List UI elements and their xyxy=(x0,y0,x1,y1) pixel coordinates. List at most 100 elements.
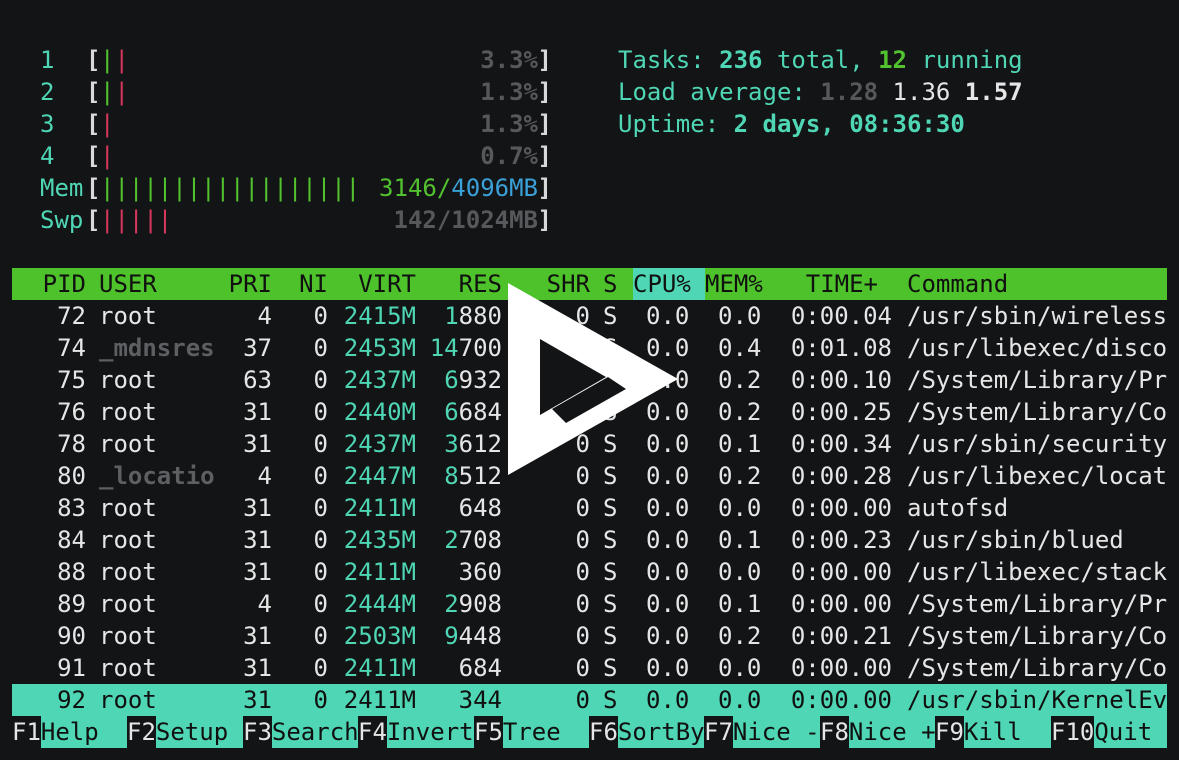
cell-pid: 84 xyxy=(57,526,86,554)
cell-pid: 75 xyxy=(57,366,86,394)
fkey-label-f10[interactable]: Quit xyxy=(1094,716,1167,748)
table-row-selected[interactable]: 92 root 31 0 2411M 0 S 0.0 0.0 0:00.00/usr/sbin/K… xyxy=(12,684,1167,716)
fkey-f3[interactable]: F3 xyxy=(243,716,272,748)
meters-panel: 1[|| 3.3%] 2[|| 1.3%] 3[| 1.3%] 4[| 0.7%] Mem[||… xyxy=(12,44,552,236)
col-time[interactable]: TIME+ xyxy=(782,268,878,300)
table-row[interactable]: 84 root 31 0 2435M 0 S 0.0 0.1 0:00.23/usr/sbin/b… xyxy=(12,524,1167,556)
meter-bars: || xyxy=(100,78,129,106)
summary-panel: Tasks: 236 total, 12 running Load averag… xyxy=(618,44,1023,140)
cell-pid: 91 xyxy=(57,654,86,682)
cell-command: /System/Library/Co xyxy=(907,654,1168,682)
meter-label: 3 xyxy=(40,110,55,138)
uptime-value: 2 days, 08:36:30 xyxy=(733,110,965,138)
fkey-f9[interactable]: F9 xyxy=(935,716,964,748)
cell-pid: 92 xyxy=(57,686,86,714)
cell-command: /System/Library/Co xyxy=(907,622,1168,650)
cell-command: /usr/sbin/wireless xyxy=(907,302,1168,330)
fkey-f1[interactable]: F1 xyxy=(12,716,41,748)
cell-ni: 0 xyxy=(313,334,328,362)
cell-pri: 31 xyxy=(243,526,272,554)
cell-virt: 2435M xyxy=(343,526,416,554)
cell-user: root xyxy=(99,622,157,650)
col-virt[interactable]: VIRT xyxy=(342,268,416,300)
meter-value: 0.7% xyxy=(480,142,538,170)
table-row[interactable]: 88 root 31 0 2411M 0 S 0.0 0.0 0:00.00/usr/libexe… xyxy=(12,556,1167,588)
cell-user: root xyxy=(99,686,157,714)
fkey-f4[interactable]: F4 xyxy=(358,716,387,748)
cell-time: 0:00.04 xyxy=(790,302,892,330)
meter-value: 3146/4096MB xyxy=(379,174,538,202)
meter-open-bracket: [ xyxy=(86,142,101,170)
cell-pri: 31 xyxy=(243,686,272,714)
cell-virt: 2437M xyxy=(343,430,416,458)
table-row[interactable]: 89 root 4 0 2444M 0 S 0.0 0.1 0:00.00/System/Libr… xyxy=(12,588,1167,620)
cell-res: 344 xyxy=(458,686,502,714)
meter-close-bracket: ] xyxy=(537,46,552,74)
cell-user: root xyxy=(99,590,157,618)
meter-close-bracket: ] xyxy=(537,78,552,106)
meter-close-bracket: ] xyxy=(537,174,552,202)
cell-pri: 31 xyxy=(243,494,272,522)
cell-ni: 0 xyxy=(313,462,328,490)
cell-cpu: 0.0 xyxy=(646,558,690,586)
cell-time: 0:00.00 xyxy=(790,558,892,586)
cell-mem: 0.0 xyxy=(718,302,762,330)
fkey-label-f7[interactable]: Nice - xyxy=(732,716,820,748)
cell-command: /usr/sbin/KernelEv xyxy=(907,686,1168,714)
cell-mem: 0.2 xyxy=(718,622,762,650)
play-logo-icon[interactable] xyxy=(508,283,678,475)
cell-virt: 2411M xyxy=(343,558,416,586)
fkey-label-f1[interactable]: Help xyxy=(40,716,127,748)
fkey-label-f2[interactable]: Setup xyxy=(155,716,243,748)
cell-virt: 2411M xyxy=(343,494,416,522)
tasks-line: Tasks: 236 total, 12 running xyxy=(618,46,1023,74)
cell-ni: 0 xyxy=(313,622,328,650)
fkey-label-f6[interactable]: SortBy xyxy=(617,716,705,748)
cell-ni: 0 xyxy=(313,398,328,426)
cell-virt: 2415M xyxy=(343,302,416,330)
cell-time: 0:00.28 xyxy=(790,462,892,490)
cell-time: 0:01.08 xyxy=(790,334,892,362)
col-pid[interactable]: PID xyxy=(12,268,86,300)
table-row[interactable]: 83 root 31 0 2411M 0 S 0.0 0.0 0:00.00 autofsd 648 xyxy=(12,492,1167,524)
fkey-f8[interactable]: F8 xyxy=(820,716,849,748)
meter-bars: |||||||||||||||||| xyxy=(100,174,361,202)
meter-open-bracket: [ xyxy=(86,110,101,138)
col-pri[interactable]: PRI xyxy=(212,268,272,300)
col-res[interactable]: RES xyxy=(422,268,502,300)
cell-time: 0:00.10 xyxy=(790,366,892,394)
cell-pid: 80 xyxy=(57,462,86,490)
cell-shr: 0 xyxy=(575,558,590,586)
fkey-f10[interactable]: F10 xyxy=(1051,716,1095,748)
cell-ni: 0 xyxy=(313,494,328,522)
fkey-label-f5[interactable]: Tree xyxy=(502,716,589,748)
cell-mem: 0.1 xyxy=(718,526,762,554)
col-user[interactable]: USER xyxy=(99,268,157,300)
table-row[interactable]: 91 root 31 0 2411M 0 S 0.0 0.0 0:00.00/System/Lib… xyxy=(12,652,1167,684)
fkey-f6[interactable]: F6 xyxy=(589,716,618,748)
col-mem[interactable]: MEM% xyxy=(705,268,763,300)
fkey-label-f8[interactable]: Nice + xyxy=(848,716,936,748)
col-command[interactable]: Command xyxy=(907,268,1008,300)
meter-bars: | xyxy=(100,142,115,170)
fkey-f7[interactable]: F7 xyxy=(704,716,733,748)
cell-pri: 31 xyxy=(243,558,272,586)
meter-label: Mem xyxy=(40,174,84,202)
meter-label: 1 xyxy=(40,46,55,74)
fkey-label-f9[interactable]: Kill xyxy=(963,716,1051,748)
cell-mem: 0.0 xyxy=(718,654,762,682)
cell-time: 0:00.34 xyxy=(790,430,892,458)
cell-command: autofsd xyxy=(907,494,1009,522)
cell-mem: 0.1 xyxy=(718,430,762,458)
cell-ni: 0 xyxy=(313,654,328,682)
cell-user: root xyxy=(99,302,157,330)
fkey-f2[interactable]: F2 xyxy=(127,716,156,748)
col-ni[interactable]: NI xyxy=(282,268,328,300)
cell-mem: 0.0 xyxy=(718,494,762,522)
fkey-label-f4[interactable]: Invert xyxy=(386,716,474,748)
fkey-label-f3[interactable]: Search xyxy=(271,716,359,748)
cell-pid: 76 xyxy=(57,398,86,426)
cell-virt: 2411M xyxy=(343,686,416,714)
table-row[interactable]: 90 root 31 0 2503M 0 S 0.0 0.2 0:00.21/System/Lib… xyxy=(12,620,1167,652)
fkey-f5[interactable]: F5 xyxy=(474,716,503,748)
